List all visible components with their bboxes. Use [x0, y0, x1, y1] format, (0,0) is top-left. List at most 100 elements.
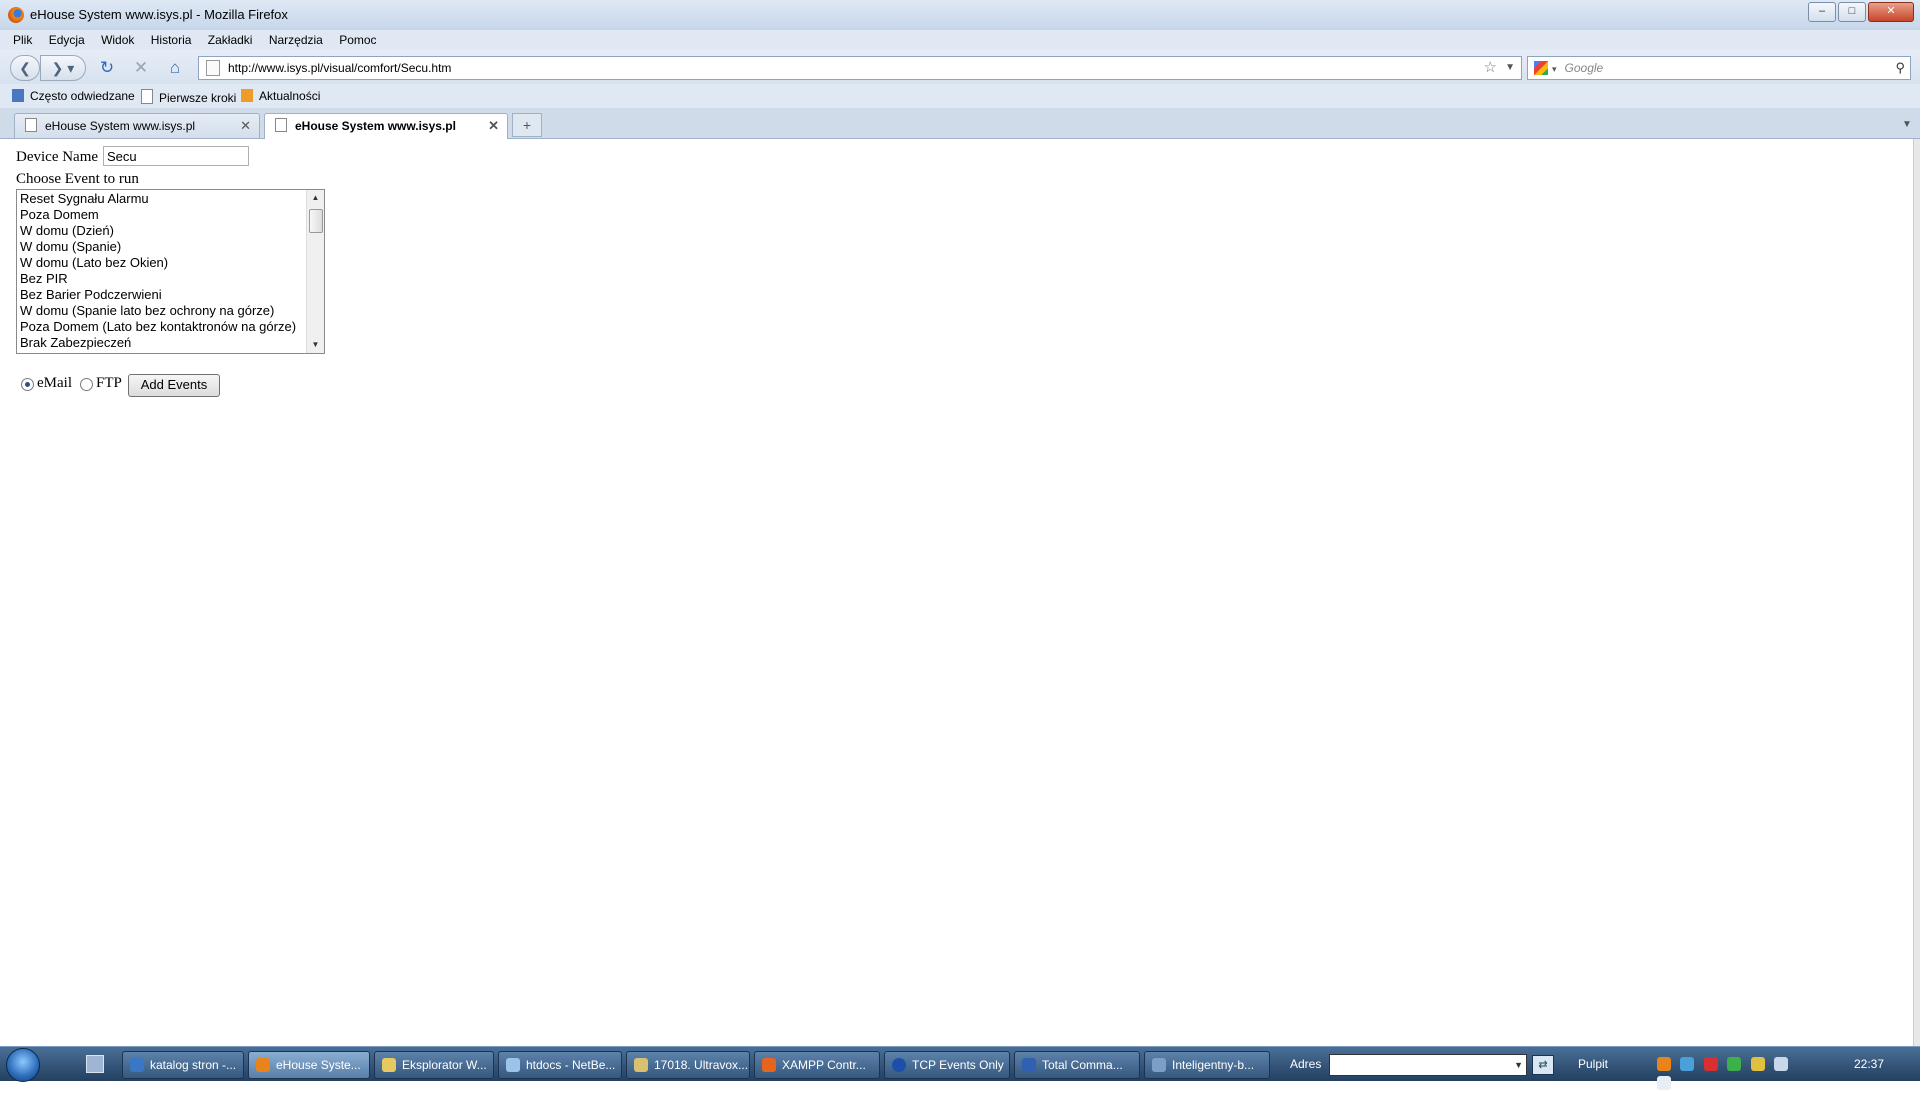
task-netbeans[interactable]: htdocs - NetBe...: [498, 1051, 622, 1079]
task-katalog-stron[interactable]: katalog stron -...: [122, 1051, 244, 1079]
address-toolbar-input[interactable]: ▼: [1329, 1054, 1527, 1076]
smart-bookmark-icon: [12, 89, 24, 102]
event-listbox[interactable]: Reset Sygnału Alarmu Poza Domem W domu (…: [16, 189, 325, 354]
display-tray-icon[interactable]: [1774, 1057, 1789, 1071]
xampp-icon: [762, 1058, 776, 1072]
update-tray-icon[interactable]: [1727, 1057, 1742, 1071]
total-commander-icon: [1022, 1058, 1036, 1072]
url-dropdown-icon[interactable]: ▼: [1505, 57, 1515, 79]
menu-plik[interactable]: Plik: [13, 30, 32, 50]
url-bar[interactable]: http://www.isys.pl/visual/comfort/Secu.h…: [198, 56, 1522, 80]
antivirus-tray-icon[interactable]: [1703, 1057, 1718, 1071]
email-radio[interactable]: [21, 378, 34, 391]
menu-pomoc[interactable]: Pomoc: [339, 30, 376, 50]
list-item[interactable]: Bez PIR: [20, 271, 296, 287]
device-name-label: Device Name: [16, 149, 99, 165]
bookmark-aktualnosci[interactable]: Aktualności: [241, 89, 320, 103]
tab-2-active[interactable]: eHouse System www.isys.pl ✕: [264, 113, 508, 139]
start-button[interactable]: [6, 1048, 40, 1082]
list-item[interactable]: Reset Sygnału Alarmu: [20, 191, 296, 207]
task-tcp-events[interactable]: TCP Events Only: [884, 1051, 1010, 1079]
list-item[interactable]: W domu (Spanie): [20, 239, 296, 255]
list-item[interactable]: Bez Barier Podczerwieni: [20, 287, 296, 303]
power-tray-icon[interactable]: [1750, 1057, 1765, 1071]
menu-narzedzia[interactable]: Narzędzia: [269, 30, 323, 50]
tab-strip: eHouse System www.isys.pl ✕ eHouse Syste…: [0, 108, 1920, 139]
network-tray-icon[interactable]: [1680, 1057, 1695, 1071]
list-item[interactable]: W domu (Dzień): [20, 223, 296, 239]
task-eksplorator[interactable]: Eksplorator W...: [374, 1051, 494, 1079]
task-ultravox[interactable]: 17018. Ultravox...: [626, 1051, 750, 1079]
desktop-toolbar-label[interactable]: Pulpit: [1578, 1057, 1608, 1071]
scroll-down-icon[interactable]: ▼: [307, 337, 324, 353]
scroll-up-icon[interactable]: ▲: [307, 190, 324, 206]
task-label: katalog stron -...: [150, 1058, 237, 1072]
globe-icon: [892, 1058, 906, 1072]
list-all-tabs-icon[interactable]: ▼: [1898, 116, 1916, 134]
home-icon[interactable]: ⌂: [164, 58, 186, 78]
bookmark-pierwsze-kroki[interactable]: Pierwsze kroki: [141, 89, 236, 105]
taskbar: katalog stron -... eHouse Syste... Ekspl…: [0, 1046, 1920, 1090]
back-arrow-icon: ❮: [19, 60, 31, 76]
tab-label: eHouse System www.isys.pl: [45, 119, 196, 133]
forward-arrow-icon: ❯ ▾: [51, 60, 75, 76]
menu-widok[interactable]: Widok: [101, 30, 134, 50]
bookmark-label: Często odwiedzane: [30, 89, 135, 103]
task-label: Inteligentny-b...: [1172, 1058, 1255, 1072]
new-tab-button[interactable]: +: [512, 113, 542, 137]
netbeans-icon: [506, 1058, 520, 1072]
close-window-button[interactable]: ✕: [1868, 2, 1914, 22]
close-tab-icon[interactable]: ✕: [488, 114, 499, 138]
go-button[interactable]: ⇄: [1532, 1055, 1554, 1075]
task-label: TCP Events Only: [912, 1058, 1004, 1072]
device-name-input[interactable]: Secu: [103, 146, 249, 166]
list-item[interactable]: W domu (Lato bez Okien): [20, 255, 296, 271]
xampp-tray-icon[interactable]: [1657, 1057, 1671, 1071]
bookmark-star-icon[interactable]: ☆: [1484, 57, 1497, 79]
task-inteligentny[interactable]: Inteligentny-b...: [1144, 1051, 1270, 1079]
search-placeholder: Google: [1564, 61, 1604, 75]
menu-historia[interactable]: Historia: [151, 30, 192, 50]
volume-icon[interactable]: [1657, 1076, 1671, 1090]
ie-icon: [130, 1058, 144, 1072]
menu-edycja[interactable]: Edycja: [49, 30, 85, 50]
menu-zakladki[interactable]: Zakładki: [208, 30, 253, 50]
page-scrollbar[interactable]: [1913, 139, 1920, 1046]
menu-bar: Plik Edycja Widok Historia Zakładki Narz…: [0, 30, 1920, 50]
task-xampp[interactable]: XAMPP Contr...: [754, 1051, 880, 1079]
firefox-logo-icon: [8, 7, 24, 23]
list-item[interactable]: W domu (Spanie lato bez ochrony na górze…: [20, 303, 296, 319]
show-desktop-icon[interactable]: [86, 1055, 104, 1073]
ftp-radio[interactable]: [80, 378, 93, 391]
reload-icon[interactable]: ↻: [96, 58, 118, 78]
scroll-thumb[interactable]: [309, 209, 323, 233]
back-button[interactable]: ❮: [10, 55, 40, 81]
maximize-button[interactable]: □: [1838, 2, 1866, 22]
search-box[interactable]: ▾ Google ⚲: [1527, 56, 1911, 80]
bookmark-czesto-odwiedzane[interactable]: Często odwiedzane: [12, 89, 135, 103]
forward-button[interactable]: ❯ ▾: [40, 55, 86, 81]
folder-icon: [382, 1058, 396, 1072]
task-ehouse-firefox[interactable]: eHouse Syste...: [248, 1051, 370, 1079]
tab-1[interactable]: eHouse System www.isys.pl ✕: [14, 113, 260, 138]
bookmarks-toolbar: Często odwiedzane Pierwsze kroki Aktualn…: [0, 84, 1920, 108]
google-engine-icon[interactable]: [1534, 61, 1548, 75]
minimize-button[interactable]: –: [1808, 2, 1836, 22]
title-bar: eHouse System www.isys.pl - Mozilla Fire…: [0, 0, 1920, 31]
list-item[interactable]: Poza Domem: [20, 207, 296, 223]
add-events-button[interactable]: Add Events: [128, 374, 220, 397]
list-item[interactable]: Brak Zabezpieczeń: [20, 335, 296, 351]
search-icon[interactable]: ⚲: [1895, 57, 1905, 79]
page-icon: [275, 118, 287, 132]
list-item[interactable]: Poza Domem (Lato bez kontaktronów na gór…: [20, 319, 296, 335]
task-total-commander[interactable]: Total Comma...: [1014, 1051, 1140, 1079]
engine-dropdown-icon[interactable]: ▾: [1552, 64, 1557, 74]
window-controls: – □ ✕: [1808, 2, 1914, 22]
stop-icon[interactable]: ✕: [130, 58, 152, 78]
task-label: XAMPP Contr...: [782, 1058, 866, 1072]
url-text: http://www.isys.pl/visual/comfort/Secu.h…: [228, 61, 452, 75]
listbox-scrollbar[interactable]: ▲ ▼: [306, 190, 324, 353]
chevron-down-icon[interactable]: ▼: [1514, 1055, 1523, 1075]
firefox-icon: [256, 1058, 270, 1072]
close-tab-icon[interactable]: ✕: [240, 114, 251, 138]
